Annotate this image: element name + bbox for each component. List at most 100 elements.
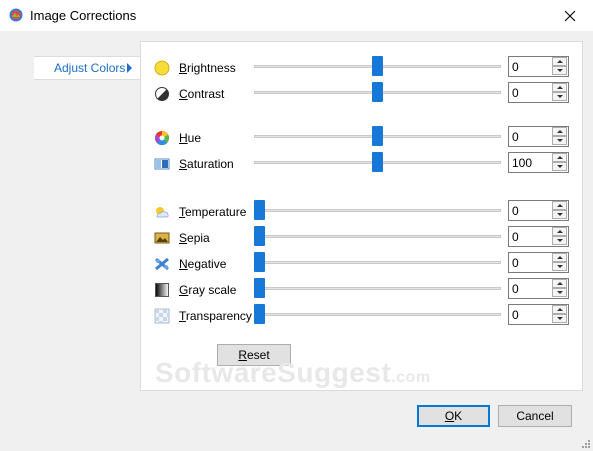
row-saturation: Saturation 100 [141,152,582,174]
row-hue: Hue 0 [141,126,582,148]
transparency-spin-up-button[interactable] [552,305,567,314]
negative-slider-thumb[interactable] [254,252,265,272]
chevron-down-icon [556,139,563,142]
temperature-spin-up-button[interactable] [552,201,567,210]
row-transparency: Transparency 0 [141,304,582,326]
brightness-spin-up-button[interactable] [552,57,567,66]
chevron-down-icon [556,239,563,242]
grayscale-icon [154,282,170,298]
chevron-up-icon [556,230,563,233]
hue-value[interactable]: 0 [512,130,519,144]
transparency-value[interactable]: 0 [512,308,519,322]
negative-slider-track[interactable] [254,261,501,264]
saturation-value[interactable]: 100 [512,156,532,170]
sepia-spinbox[interactable]: 0 [508,226,569,247]
row-contrast: Contrast 0 [141,82,582,104]
chevron-up-icon [556,86,563,89]
grayscale-slider-thumb[interactable] [254,278,265,298]
close-icon [564,10,576,21]
contrast-value[interactable]: 0 [512,86,519,100]
chevron-up-icon [556,256,563,259]
brightness-label: Brightness [179,61,236,75]
chevron-down-icon [556,165,563,168]
grayscale-spin-down-button[interactable] [552,288,567,297]
brightness-slider-thumb[interactable] [372,56,383,76]
negative-icon [154,256,170,272]
sidebar-item-label: Adjust Colors [54,61,126,75]
brightness-spinbox[interactable]: 0 [508,56,569,77]
temperature-slider-track[interactable] [254,209,501,212]
transparency-spin-down-button[interactable] [552,314,567,323]
saturation-spin-down-button[interactable] [552,162,567,171]
grayscale-value[interactable]: 0 [512,282,519,296]
chevron-down-icon [556,69,563,72]
contrast-spin-down-button[interactable] [552,92,567,101]
transparency-spinbox[interactable]: 0 [508,304,569,325]
cancel-button[interactable]: Cancel [498,405,572,427]
brightness-icon [154,60,170,76]
chevron-down-icon [556,291,563,294]
contrast-icon [154,86,170,102]
contrast-spinbox[interactable]: 0 [508,82,569,103]
temperature-slider-thumb[interactable] [254,200,265,220]
saturation-spinbox[interactable]: 100 [508,152,569,173]
brightness-value[interactable]: 0 [512,60,519,74]
chevron-down-icon [556,317,563,320]
temperature-value[interactable]: 0 [512,204,519,218]
grayscale-label: Gray scale [179,283,237,297]
window-title: Image Corrections [30,8,137,23]
hue-slider-thumb[interactable] [372,126,383,146]
row-sepia: Sepia 0 [141,226,582,248]
chevron-down-icon [556,95,563,98]
chevron-up-icon [556,204,563,207]
grayscale-spinbox[interactable]: 0 [508,278,569,299]
temperature-icon [154,204,170,220]
negative-label: Negative [179,257,227,271]
row-brightness: Brightness 0 [141,56,582,78]
resize-grip-icon[interactable] [580,438,590,448]
temperature-spin-down-button[interactable] [552,210,567,219]
adjust-colors-panel: Brightness 0 Contrast 0 Hue 0 Saturation 100 Tem… [140,41,583,391]
sepia-spin-down-button[interactable] [552,236,567,245]
negative-spin-down-button[interactable] [552,262,567,271]
hue-spinbox[interactable]: 0 [508,126,569,147]
contrast-spin-up-button[interactable] [552,83,567,92]
hue-spin-up-button[interactable] [552,127,567,136]
row-grayscale: Gray scale 0 [141,278,582,300]
sepia-slider-thumb[interactable] [254,226,265,246]
row-temperature: Temperature 0 [141,200,582,222]
sepia-label: Sepia [179,231,210,245]
negative-value[interactable]: 0 [512,256,519,270]
hue-label: Hue [179,131,202,145]
app-icon [9,8,23,22]
transparency-slider-track[interactable] [254,313,501,316]
grayscale-spin-up-button[interactable] [552,279,567,288]
hue-spin-down-button[interactable] [552,136,567,145]
grayscale-slider-track[interactable] [254,287,501,290]
chevron-down-icon [556,213,563,216]
sidebar-item-adjust-colors[interactable]: Adjust Colors [34,56,140,80]
sepia-spin-up-button[interactable] [552,227,567,236]
negative-spinbox[interactable]: 0 [508,252,569,273]
saturation-slider-thumb[interactable] [372,152,383,172]
chevron-up-icon [556,282,563,285]
chevron-right-icon [127,63,132,73]
transparency-slider-thumb[interactable] [254,304,265,324]
chevron-up-icon [556,60,563,63]
chevron-up-icon [556,308,563,311]
temperature-spinbox[interactable]: 0 [508,200,569,221]
title-bar: Image Corrections [0,0,593,31]
transparency-label: Transparency [179,309,252,323]
ok-button[interactable]: OK [417,405,490,427]
sepia-slider-track[interactable] [254,235,501,238]
saturation-spin-up-button[interactable] [552,153,567,162]
negative-spin-up-button[interactable] [552,253,567,262]
close-button[interactable] [547,0,593,31]
chevron-down-icon [556,265,563,268]
sepia-value[interactable]: 0 [512,230,519,244]
contrast-slider-thumb[interactable] [372,82,383,102]
chevron-up-icon [556,130,563,133]
brightness-spin-down-button[interactable] [552,66,567,75]
row-negative: Negative 0 [141,252,582,274]
chevron-up-icon [556,156,563,159]
